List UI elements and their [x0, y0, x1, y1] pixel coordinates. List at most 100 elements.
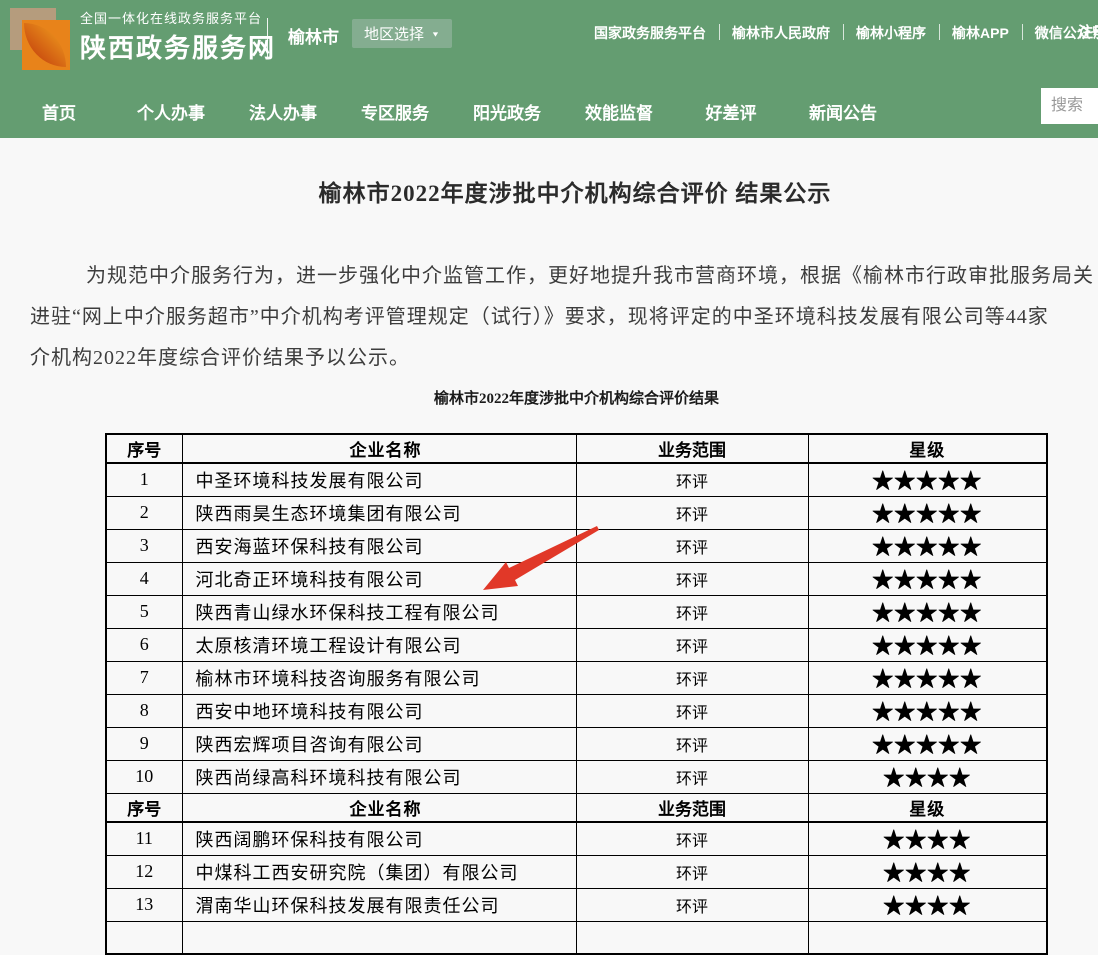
- cell-serial-number: 13: [106, 888, 182, 921]
- cell-serial-number: [106, 921, 182, 954]
- brand-divider: [267, 18, 268, 58]
- cell-company-name: 陕西雨昊生态环境集团有限公司: [182, 496, 576, 529]
- cell-company-name: 太原核清环境工程设计有限公司: [182, 628, 576, 661]
- cell-serial-number: 11: [106, 822, 182, 855]
- cell-company-name: 陕西尚绿高科环境科技有限公司: [182, 760, 576, 793]
- cell-company-name: 陕西青山绿水环保科技工程有限公司: [182, 595, 576, 628]
- cell-star-rating: ★★★★: [808, 822, 1047, 855]
- column-header: 企业名称: [182, 793, 576, 822]
- cell-company-name: 渭南华山环保科技发展有限责任公司: [182, 888, 576, 921]
- column-header: 企业名称: [182, 434, 576, 463]
- top-link-mini-program[interactable]: 榆林小程序: [843, 23, 939, 43]
- cell-business-scope: 环评: [576, 727, 808, 760]
- cell-business-scope: 环评: [576, 628, 808, 661]
- table-row: 8西安中地环境科技有限公司环评★★★★★: [106, 694, 1047, 727]
- announcement-paragraph: 为规范中介服务行为，进一步强化中介监管工作，更好地提升我市营商环境，根据《榆林市…: [30, 256, 1098, 379]
- cell-star-rating: ★★★★: [808, 888, 1047, 921]
- nav-item-personal[interactable]: 个人办事: [115, 85, 227, 138]
- top-link-city-government[interactable]: 榆林市人民政府: [719, 23, 843, 43]
- results-table: 序号企业名称业务范围星级1中圣环境科技发展有限公司环评★★★★★2陕西雨昊生态环…: [105, 433, 1048, 955]
- cell-company-name: 中圣环境科技发展有限公司: [182, 463, 576, 496]
- nav-item-news[interactable]: 新闻公告: [787, 85, 899, 138]
- register-link[interactable]: 注册: [1078, 21, 1098, 42]
- logo-orange-square: [22, 20, 70, 70]
- column-header: 业务范围: [576, 434, 808, 463]
- table-row: 11陕西阔鹏环保科技有限公司环评★★★★: [106, 822, 1047, 855]
- cell-business-scope: 环评: [576, 463, 808, 496]
- nav-item-sunshine-gov[interactable]: 阳光政务: [451, 85, 563, 138]
- table-row: 5陕西青山绿水环保科技工程有限公司环评★★★★★: [106, 595, 1047, 628]
- cell-business-scope: 环评: [576, 562, 808, 595]
- cell-star-rating: ★★★★★: [808, 463, 1047, 496]
- table-row: 9陕西宏辉项目咨询有限公司环评★★★★★: [106, 727, 1047, 760]
- cell-serial-number: 9: [106, 727, 182, 760]
- cell-business-scope: 环评: [576, 760, 808, 793]
- results-table-body: 序号企业名称业务范围星级1中圣环境科技发展有限公司环评★★★★★2陕西雨昊生态环…: [106, 434, 1047, 954]
- table-row: 7榆林市环境科技咨询服务有限公司环评★★★★★: [106, 661, 1047, 694]
- cell-company-name: [182, 921, 576, 954]
- column-header: 星级: [808, 793, 1047, 822]
- cell-company-name: 西安中地环境科技有限公司: [182, 694, 576, 727]
- cell-business-scope: 环评: [576, 855, 808, 888]
- cell-company-name: 榆林市环境科技咨询服务有限公司: [182, 661, 576, 694]
- top-link-app[interactable]: 榆林APP: [939, 23, 1022, 43]
- cell-serial-number: 8: [106, 694, 182, 727]
- brand-block[interactable]: 全国一体化在线政务服务平台 陕西政务服务网: [80, 10, 276, 66]
- table-row: 13渭南华山环保科技发展有限责任公司环评★★★★: [106, 888, 1047, 921]
- cell-star-rating: ★★★★★: [808, 694, 1047, 727]
- cell-star-rating: ★★★★★: [808, 496, 1047, 529]
- page: { "colors": { "header_green": "#649d71",…: [0, 0, 1098, 947]
- site-name: 陕西政务服务网: [80, 30, 276, 66]
- cell-business-scope: 环评: [576, 496, 808, 529]
- cell-company-name: 河北奇正环境科技有限公司: [182, 562, 576, 595]
- table-row: 4河北奇正环境科技有限公司环评★★★★★: [106, 562, 1047, 595]
- cell-serial-number: 1: [106, 463, 182, 496]
- nav-item-efficiency[interactable]: 效能监督: [563, 85, 675, 138]
- cell-business-scope: 环评: [576, 888, 808, 921]
- table-caption: 榆林市2022年度涉批中介机构综合评价结果: [105, 391, 1048, 408]
- cell-business-scope: 环评: [576, 661, 808, 694]
- cell-star-rating: ★★★★★: [808, 529, 1047, 562]
- cell-business-scope: 环评: [576, 694, 808, 727]
- top-links: 国家政务服务平台 榆林市人民政府 榆林小程序 榆林APP 微信公众号: [581, 23, 1098, 43]
- nav-item-legal-person[interactable]: 法人办事: [227, 85, 339, 138]
- cell-company-name: 陕西宏辉项目咨询有限公司: [182, 727, 576, 760]
- cell-star-rating: ★★★★: [808, 760, 1047, 793]
- cell-serial-number: 6: [106, 628, 182, 661]
- cell-serial-number: 5: [106, 595, 182, 628]
- cell-serial-number: 10: [106, 760, 182, 793]
- nav-item-home[interactable]: 首页: [3, 85, 115, 138]
- table-row: 12中煤科工西安研究院（集团）有限公司环评★★★★: [106, 855, 1047, 888]
- cell-serial-number: 7: [106, 661, 182, 694]
- column-header: 业务范围: [576, 793, 808, 822]
- cell-serial-number: 4: [106, 562, 182, 595]
- top-link-national-platform[interactable]: 国家政务服务平台: [581, 23, 719, 43]
- table-row-clipped: [106, 921, 1047, 954]
- cell-star-rating: [808, 921, 1047, 954]
- cell-business-scope: 环评: [576, 822, 808, 855]
- column-header: 序号: [106, 434, 182, 463]
- cell-business-scope: [576, 921, 808, 954]
- announcement-content: 榆林市2022年度涉批中介机构综合评价 结果公示 为规范中介服务行为，进一步强化…: [0, 138, 1098, 955]
- paragraph-line: 为规范中介服务行为，进一步强化中介监管工作，更好地提升我市营商环境，根据《榆林市…: [30, 256, 1098, 297]
- paragraph-line: 进驻“网上中介服务超市”中介机构考评管理规定（试行）》要求，现将评定的中圣环境科…: [30, 297, 1098, 338]
- search-input[interactable]: [1041, 88, 1098, 124]
- column-header: 序号: [106, 793, 182, 822]
- table-row: 10陕西尚绿高科环境科技有限公司环评★★★★: [106, 760, 1047, 793]
- table-row: 6太原核清环境工程设计有限公司环评★★★★★: [106, 628, 1047, 661]
- cell-company-name: 中煤科工西安研究院（集团）有限公司: [182, 855, 576, 888]
- site-logo[interactable]: [8, 6, 70, 70]
- cell-serial-number: 2: [106, 496, 182, 529]
- cell-business-scope: 环评: [576, 595, 808, 628]
- chevron-down-icon: ▼: [431, 30, 440, 38]
- cell-star-rating: ★★★★★: [808, 661, 1047, 694]
- nav-item-special-zone[interactable]: 专区服务: [339, 85, 451, 138]
- logo-leaf-icon: [24, 23, 66, 67]
- cell-company-name: 西安海蓝环保科技有限公司: [182, 529, 576, 562]
- site-header: 全国一体化在线政务服务平台 陕西政务服务网 榆林市 地区选择 ▼ 国家政务服务平…: [0, 0, 1098, 138]
- cell-star-rating: ★★★★★: [808, 628, 1047, 661]
- cell-star-rating: ★★★★★: [808, 727, 1047, 760]
- region-selector-button[interactable]: 地区选择 ▼: [352, 19, 452, 48]
- cell-serial-number: 3: [106, 529, 182, 562]
- nav-item-rating[interactable]: 好差评: [675, 85, 787, 138]
